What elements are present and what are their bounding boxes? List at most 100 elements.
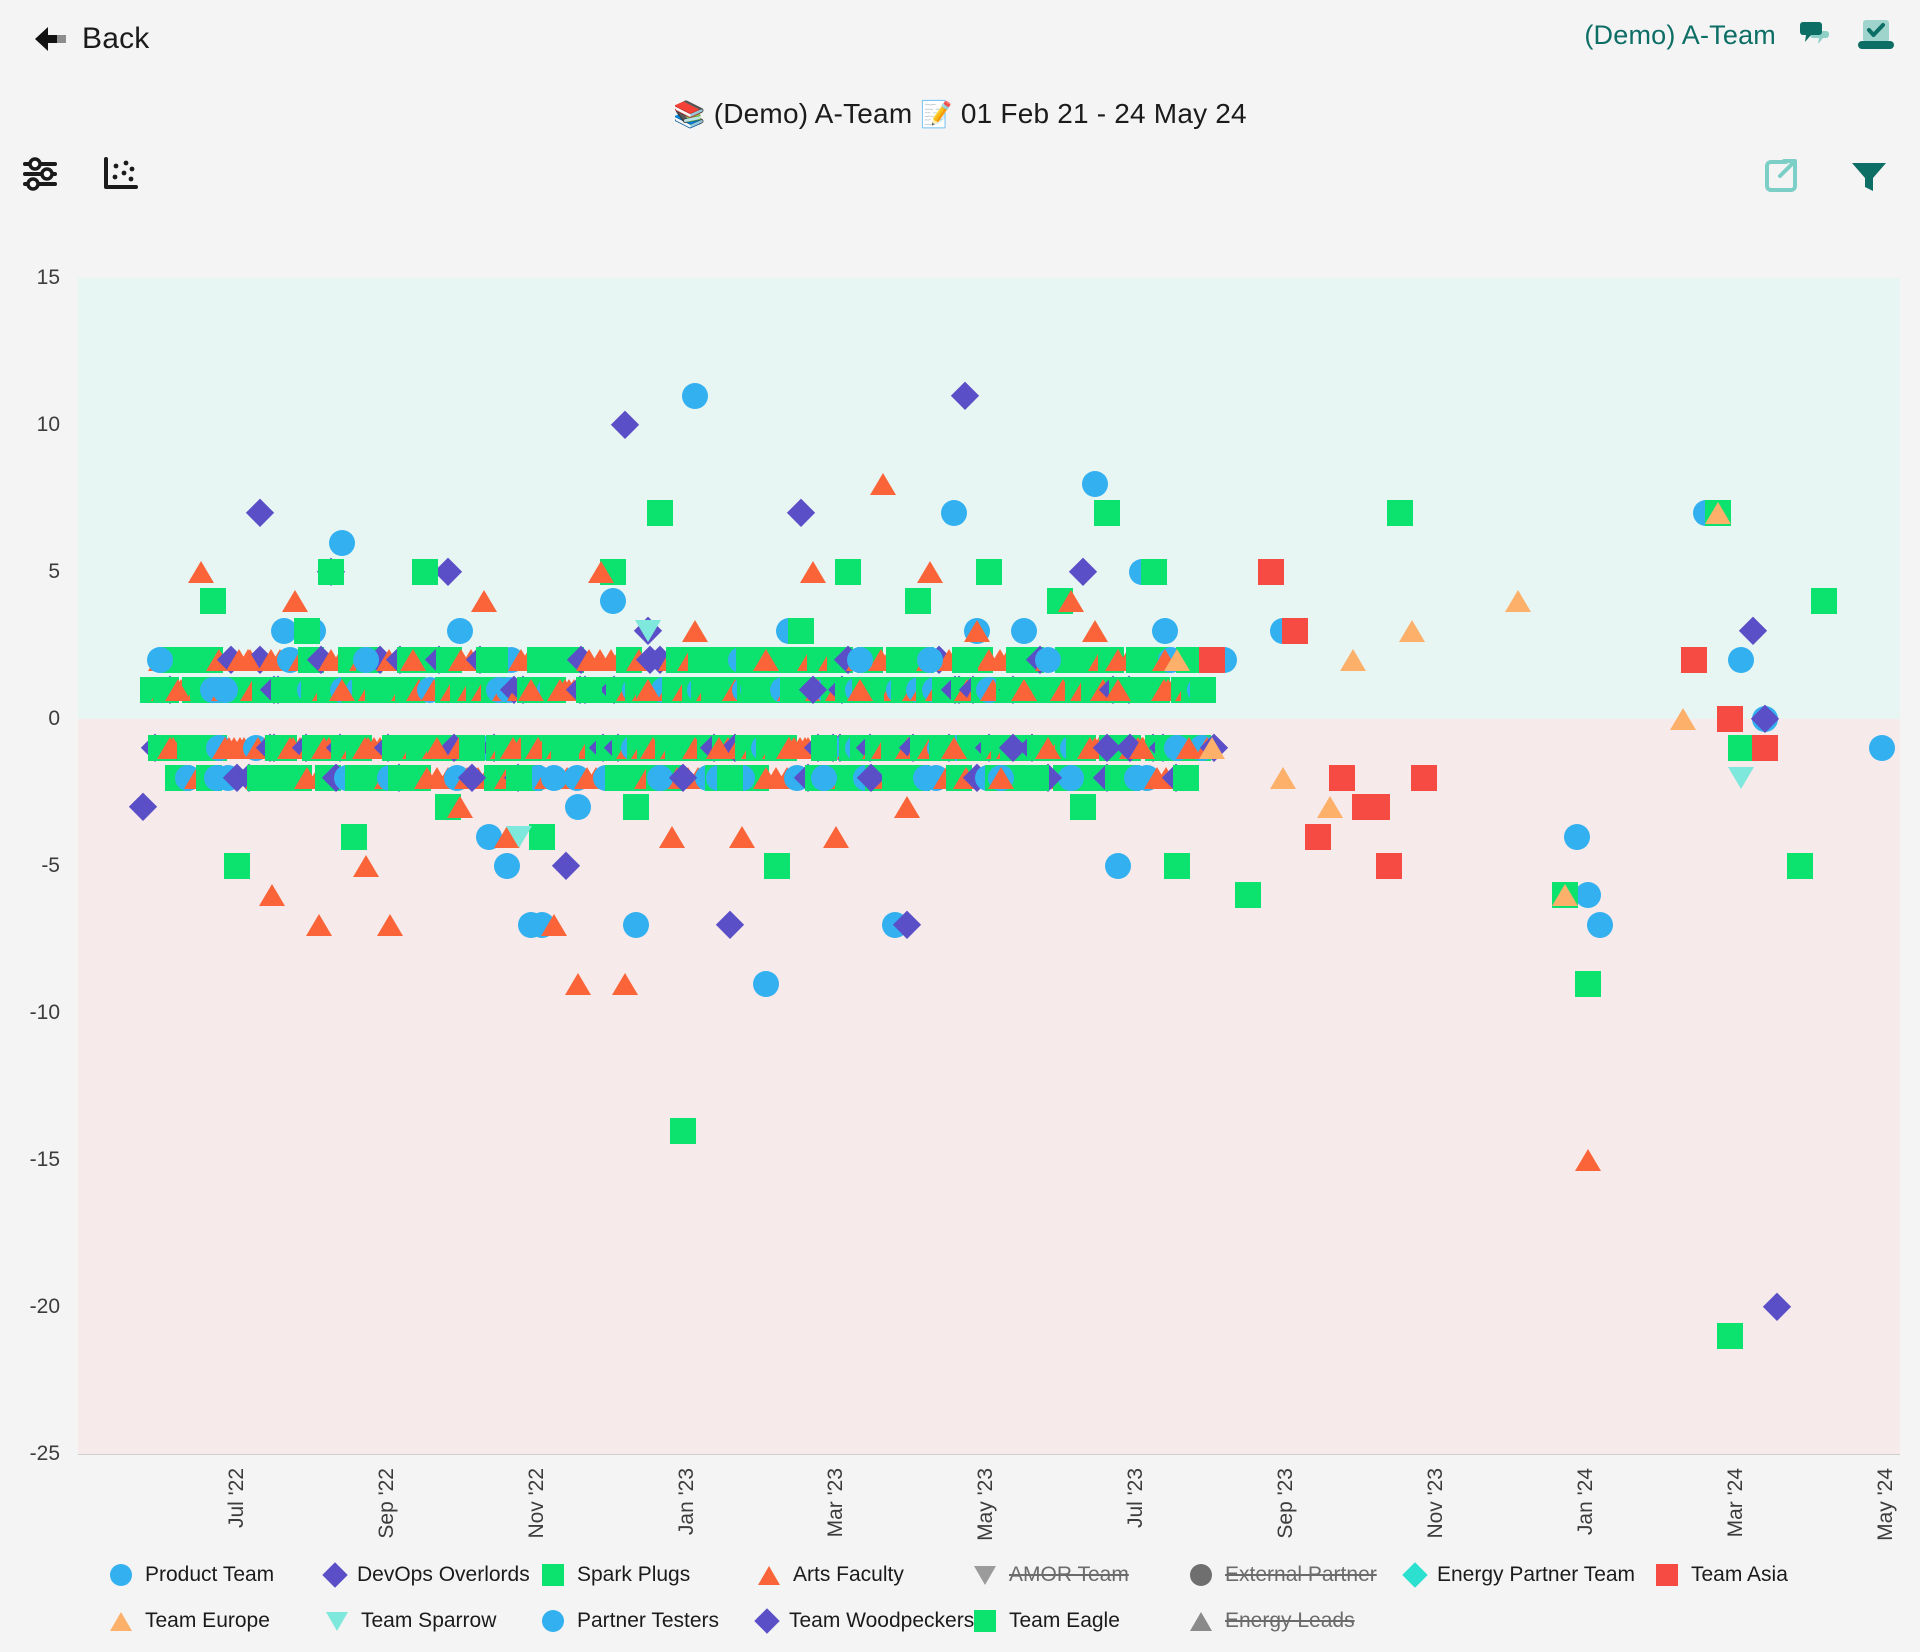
data-point[interactable] [623,911,650,938]
data-point[interactable] [717,764,744,791]
data-point[interactable] [1399,619,1426,642]
data-point[interactable] [352,855,379,877]
data-point[interactable] [764,853,791,879]
data-point[interactable] [223,853,250,879]
data-point[interactable] [1199,737,1226,760]
data-point[interactable] [610,410,639,440]
data-point[interactable] [164,678,191,701]
data-point[interactable] [705,737,732,760]
data-point[interactable] [917,561,944,583]
data-point[interactable] [1738,616,1768,646]
chat-bubbles-icon[interactable] [1798,19,1834,51]
data-point[interactable] [1172,764,1199,791]
legend-item-energy-partner-team[interactable]: Energy Partner Team [1402,1562,1656,1588]
data-point[interactable] [211,737,238,760]
data-point[interactable] [423,737,450,760]
data-point[interactable] [952,647,979,674]
data-point[interactable] [400,649,426,672]
data-point[interactable] [1728,647,1755,674]
data-point[interactable] [294,617,321,644]
data-point[interactable] [611,972,638,995]
data-point[interactable] [1034,647,1061,674]
data-point[interactable] [1190,676,1217,703]
data-point[interactable] [147,647,174,674]
data-point[interactable] [494,853,521,879]
data-point[interactable] [529,823,556,850]
legend-item-external-partner[interactable]: External Partner [1190,1563,1406,1587]
data-point[interactable] [1140,559,1167,585]
data-point[interactable] [682,382,709,409]
data-point[interactable] [270,617,297,644]
data-point[interactable] [505,764,532,791]
data-point[interactable] [1128,737,1155,760]
data-point[interactable] [1034,737,1061,760]
data-point[interactable] [1575,882,1602,909]
data-point[interactable] [1681,647,1708,674]
sliders-icon[interactable] [22,155,60,193]
data-point[interactable] [235,649,262,672]
data-point[interactable] [1869,735,1896,762]
data-point[interactable] [176,735,203,762]
data-point[interactable] [752,970,779,997]
data-point[interactable] [1387,500,1414,527]
data-point[interactable] [1081,470,1108,497]
data-point[interactable] [128,792,157,822]
legend-item-devops-overlords[interactable]: DevOps Overlords [322,1562,542,1588]
data-point[interactable] [1504,590,1531,613]
back-button[interactable]: Back [34,22,150,56]
data-point[interactable] [670,1117,697,1144]
data-point[interactable] [341,823,368,850]
data-point[interactable] [1810,588,1837,615]
data-point[interactable] [1669,708,1696,730]
data-point[interactable] [433,557,463,587]
data-point[interactable] [623,794,650,821]
data-point[interactable] [200,588,227,615]
data-point[interactable] [388,764,415,791]
data-point[interactable] [1340,649,1367,672]
data-point[interactable] [635,678,662,701]
data-point[interactable] [211,676,238,703]
data-point[interactable] [541,913,568,936]
data-point[interactable] [658,825,685,848]
data-point[interactable] [1164,649,1191,672]
data-point[interactable] [1762,1292,1791,1322]
data-point[interactable] [576,676,603,703]
data-point[interactable] [1551,884,1578,907]
data-point[interactable] [482,647,509,674]
data-point[interactable] [1563,823,1590,850]
funnel-filter-icon[interactable] [1848,155,1890,197]
data-point[interactable] [787,617,814,644]
data-point[interactable] [1234,882,1261,909]
data-point[interactable] [951,381,980,410]
data-point[interactable] [811,764,838,791]
data-point[interactable] [1375,853,1402,879]
data-point[interactable] [551,851,581,881]
data-point[interactable] [329,529,356,556]
data-point[interactable] [1068,557,1098,587]
legend-item-spark-plugs[interactable]: Spark Plugs [542,1563,758,1587]
data-point[interactable] [270,676,297,703]
data-point[interactable] [1269,766,1296,789]
data-point[interactable] [470,590,497,613]
data-point[interactable] [811,735,838,762]
data-point[interactable] [881,764,908,791]
data-point[interactable] [1410,764,1437,791]
data-point[interactable] [1175,737,1202,760]
data-point[interactable] [352,647,379,674]
data-point[interactable] [447,617,474,644]
legend-item-arts-faculty[interactable]: Arts Faculty [758,1563,974,1587]
data-point[interactable] [188,561,215,583]
data-point[interactable] [905,588,932,615]
data-point[interactable] [1305,823,1332,850]
data-point[interactable] [1058,590,1085,613]
data-point[interactable] [317,559,344,585]
data-point[interactable] [917,647,944,674]
data-point[interactable] [1164,853,1191,879]
data-point[interactable] [682,619,709,642]
data-point[interactable] [635,619,662,642]
legend-item-energy-leads[interactable]: Energy Leads [1190,1609,1406,1633]
legend-item-amor-team[interactable]: AMOR Team [974,1563,1190,1587]
data-point[interactable] [846,678,873,701]
data-point[interactable] [411,559,438,585]
data-point[interactable] [976,559,1002,585]
